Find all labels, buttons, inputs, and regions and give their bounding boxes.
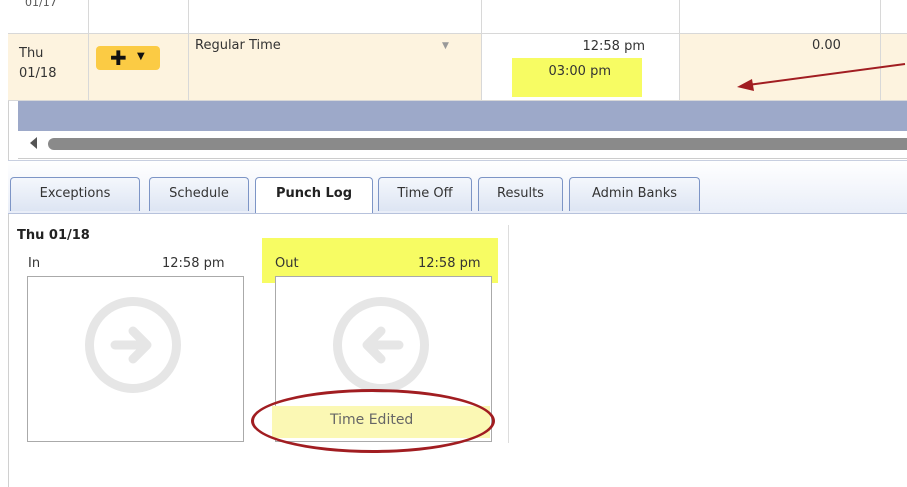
annotation-arrow — [737, 63, 906, 91]
